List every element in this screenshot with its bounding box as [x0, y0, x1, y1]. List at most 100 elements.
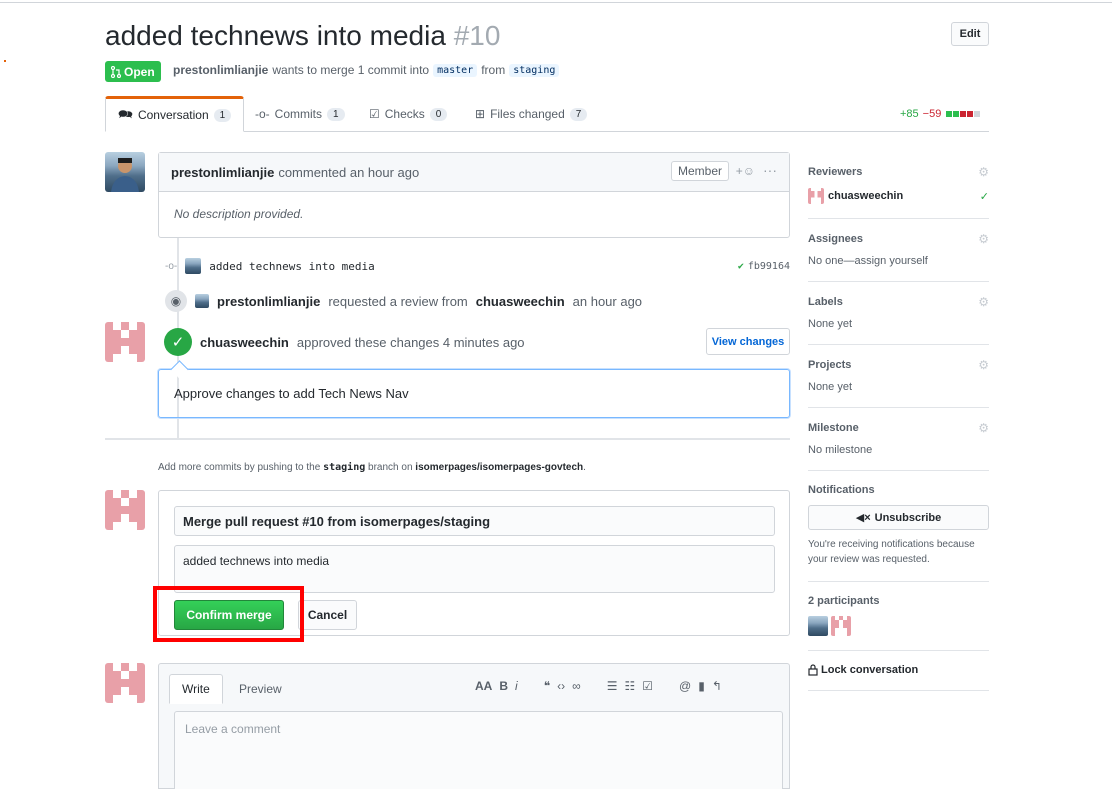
ordered-list-icon[interactable]: ☷ — [624, 679, 635, 693]
milestone-value: No milestone — [808, 444, 873, 456]
event-target[interactable]: chuasweechin — [476, 294, 565, 309]
assignees-value[interactable]: No one—assign yourself — [808, 255, 989, 267]
commit-sha-text: fb99164 — [747, 260, 790, 272]
pr-meta: prestonlimlianjie wants to merge 1 commi… — [173, 63, 560, 77]
header-icon[interactable]: AA — [475, 679, 492, 693]
gear-icon[interactable]: ⚙ — [978, 358, 989, 372]
sidebar-assignees: Assignees ⚙ No one—assign yourself — [808, 219, 989, 282]
sidebar-heading: Notifications — [808, 484, 875, 496]
bold-icon[interactable]: B — [499, 679, 508, 693]
unsubscribe-button[interactable]: ◀× Unsubscribe — [808, 505, 989, 530]
reviewer-name[interactable]: chuasweechin — [828, 190, 903, 202]
hint-text: Add more commits by pushing to the — [158, 462, 321, 473]
comment-timestamp: commented an hour ago — [278, 164, 420, 180]
approval-event: ✓ chuasweechin approved these changes 4 … — [164, 328, 525, 356]
git-pull-request-icon — [111, 65, 121, 78]
gear-icon[interactable]: ⚙ — [978, 421, 989, 435]
review-comment: Approve changes to add Tech News Nav — [158, 369, 790, 418]
avatar[interactable] — [105, 152, 145, 192]
avatar[interactable] — [105, 663, 145, 703]
head-branch[interactable]: staging — [509, 63, 560, 77]
add-reaction-icon[interactable]: +☺ — [736, 164, 755, 178]
base-branch[interactable]: master — [433, 63, 478, 77]
pr-number: #10 — [453, 20, 501, 51]
top-divider — [0, 2, 1112, 3]
avatar[interactable] — [808, 616, 828, 636]
eye-icon: ◉ — [165, 290, 187, 312]
avatar — [185, 258, 202, 274]
check-icon: ✓ — [164, 328, 192, 356]
merge-body-value: added technews into media — [183, 554, 330, 568]
lock-conversation-link[interactable]: Lock conversation — [808, 664, 989, 676]
reply-icon[interactable]: ↰ — [712, 679, 722, 693]
event-actor[interactable]: chuasweechin — [200, 335, 289, 350]
avatar[interactable] — [105, 490, 145, 530]
hint-repo[interactable]: isomerpages/isomerpages-govtech — [415, 462, 583, 473]
sidebar-labels: Labels ⚙ None yet — [808, 282, 989, 345]
pr-from-text: from — [481, 63, 506, 77]
avatar[interactable] — [105, 322, 145, 362]
tab-write[interactable]: Write — [169, 674, 223, 704]
unordered-list-icon[interactable]: ☰ — [607, 679, 618, 693]
git-commit-icon: -o- — [255, 107, 270, 121]
gear-icon[interactable]: ⚙ — [978, 232, 989, 246]
link-icon[interactable]: ∞ — [572, 679, 581, 693]
bookmark-icon[interactable]: ▮ — [698, 679, 705, 693]
tab-label: Commits — [274, 107, 323, 121]
tab-conversation[interactable]: 🗪 Conversation 1 — [105, 96, 245, 132]
event-actor[interactable]: prestonlimlianjie — [217, 294, 320, 309]
gear-icon[interactable]: ⚙ — [978, 165, 989, 179]
markdown-toolbar: AA B i ❝ ‹› ∞ ☰ ☷ ☑ @ ▮ ↰ — [475, 679, 722, 693]
edit-button[interactable]: Edit — [951, 22, 989, 46]
task-list-icon[interactable]: ☑ — [642, 679, 653, 693]
code-icon[interactable]: ‹› — [557, 679, 565, 693]
quote-icon[interactable]: ❝ — [544, 679, 550, 693]
tab-commits[interactable]: -o- Commits 1 — [243, 96, 357, 132]
lock-icon — [808, 664, 818, 676]
sidebar-heading: Projects — [808, 359, 852, 371]
event-time: an hour ago — [572, 293, 643, 309]
view-changes-button[interactable]: View changes — [706, 328, 790, 355]
italic-icon[interactable]: i — [515, 679, 518, 693]
hint-branch: staging — [323, 462, 366, 473]
more-options-icon[interactable]: ··· — [763, 162, 777, 178]
gear-icon[interactable]: ⚙ — [978, 295, 989, 309]
avatar[interactable] — [831, 616, 851, 636]
status-text: Open — [124, 64, 155, 79]
member-badge: Member — [670, 161, 729, 181]
comment-author[interactable]: prestonlimlianjie — [171, 165, 274, 180]
comment-header: prestonlimlianjie commented an hour ago … — [159, 153, 789, 192]
checklist-icon: ☑ — [369, 107, 380, 121]
review-request-event: ◉ prestonlimlianjie requested a review f… — [165, 290, 642, 312]
commit-sha[interactable]: ✔ fb99164 — [738, 261, 790, 272]
lock-label: Lock conversation — [821, 664, 919, 676]
comment-discussion-icon: 🗪 — [118, 106, 133, 121]
hint-text: branch on — [368, 462, 413, 473]
commit-message[interactable]: added technews into media — [209, 260, 375, 273]
pr-tabs: 🗪 Conversation 1 -o- Commits 1 ☑ Checks … — [105, 96, 989, 132]
comment-textarea[interactable]: Leave a comment — [174, 711, 783, 789]
tab-label: Files changed — [490, 107, 565, 121]
labels-value: None yet — [808, 318, 853, 330]
tab-checks[interactable]: ☑ Checks 0 — [357, 96, 459, 132]
status-badge: Open — [105, 61, 161, 82]
cancel-button[interactable]: Cancel — [298, 600, 357, 630]
merge-title-input[interactable]: Merge pull request #10 from isomerpages/… — [174, 506, 775, 536]
comment-box: prestonlimlianjie commented an hour ago … — [158, 152, 790, 238]
sidebar-reviewers: Reviewers ⚙ chuasweechin ✓ — [808, 152, 989, 219]
git-commit-icon: -o- — [165, 260, 178, 272]
tab-preview[interactable]: Preview — [227, 674, 294, 704]
mention-icon[interactable]: @ — [679, 679, 691, 693]
timeline-divider — [105, 438, 790, 440]
sidebar-milestone: Milestone ⚙ No milestone — [808, 408, 989, 471]
sidebar-notifications: Notifications ◀× Unsubscribe You're rece… — [808, 471, 989, 582]
pr-author-link[interactable]: prestonlimlianjie — [173, 63, 268, 77]
tab-label: Checks — [384, 107, 425, 121]
diff-additions: +85 — [900, 108, 919, 120]
projects-value: None yet — [808, 381, 853, 393]
tab-files-changed[interactable]: ⊞ Files changed 7 — [463, 96, 599, 132]
commit-event: -o- added technews into media ✔ fb99164 — [165, 257, 790, 275]
pr-title-text: added technews into media — [105, 20, 446, 51]
sidebar-heading: Reviewers — [808, 166, 863, 178]
sidebar-lock: Lock conversation — [808, 651, 989, 691]
